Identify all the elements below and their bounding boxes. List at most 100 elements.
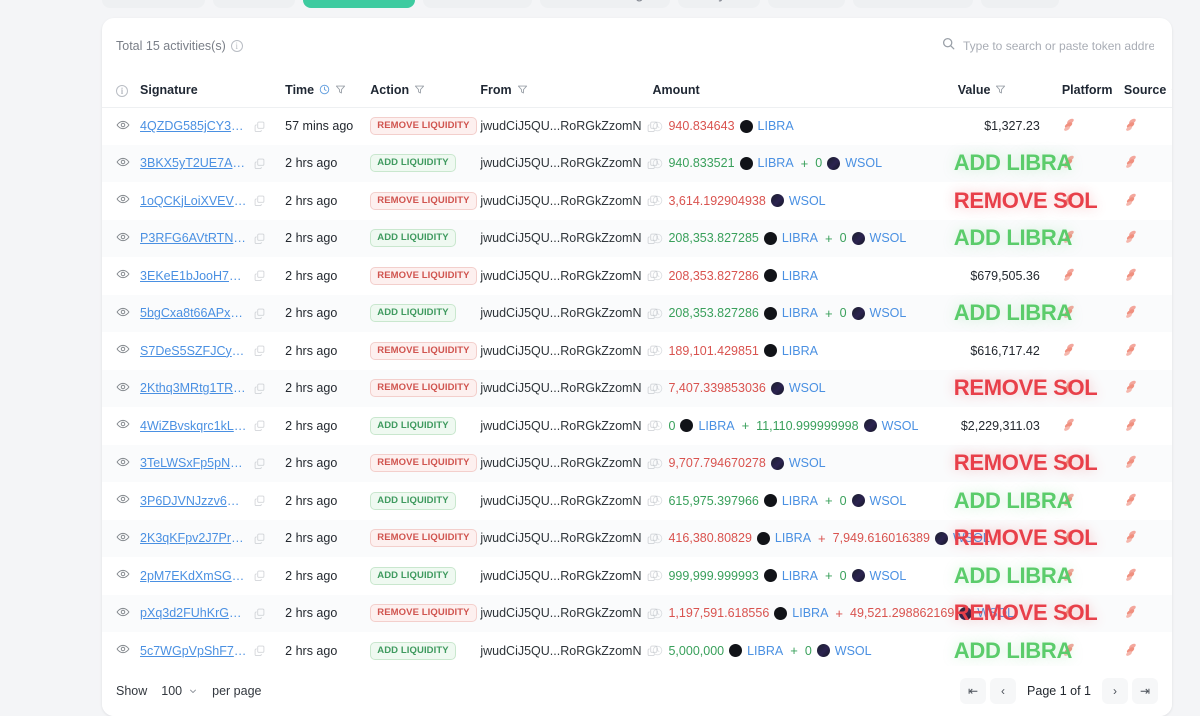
search-box[interactable] [938,32,1158,60]
signature-link[interactable]: 3TeLWSxFp5pNQNc... [140,456,248,470]
cell-source[interactable] [1110,370,1172,408]
from-address[interactable]: jwudCiJ5QU...RoRGkZzomN [480,381,641,395]
platform-logo-icon[interactable] [1062,417,1077,432]
from-address[interactable]: jwudCiJ5QU...RoRGkZzomN [480,569,641,583]
token-symbol[interactable]: LIBRA [782,494,818,508]
table-row[interactable]: 5bgCxa8t66APxNCH... 2 hrs ago ADD LIQUIDIT… [102,294,1172,333]
cell-eye[interactable] [102,445,140,483]
page-size-select[interactable]: 100 [157,682,202,700]
from-address[interactable]: jwudCiJ5QU...RoRGkZzomN [480,269,641,283]
eye-icon[interactable] [116,230,130,244]
eye-icon[interactable] [116,267,130,281]
cell-source[interactable] [1110,557,1172,595]
platform-logo-icon[interactable] [1124,567,1139,582]
token-symbol[interactable]: LIBRA [782,269,818,283]
eye-icon[interactable] [116,305,130,319]
platform-logo-icon[interactable] [1124,379,1139,394]
cell-eye[interactable] [102,407,140,445]
from-address[interactable]: jwudCiJ5QU...RoRGkZzomN [480,344,641,358]
action-badge[interactable]: ADD LIQUIDITY [370,491,456,510]
tab-analytics[interactable]: Analytics [678,0,760,8]
platform-logo-icon[interactable] [1124,529,1139,544]
cell-source[interactable] [1110,520,1172,558]
token-symbol[interactable]: LIBRA [792,606,828,620]
cell-source[interactable] [1110,295,1172,333]
eye-icon[interactable] [116,455,130,469]
from-address[interactable]: jwudCiJ5QU...RoRGkZzomN [480,231,641,245]
filter-icon[interactable] [335,84,346,95]
info-icon[interactable]: i [230,39,243,52]
from-address[interactable]: jwudCiJ5QU...RoRGkZzomN [480,194,641,208]
token-symbol[interactable]: WSOL [870,494,907,508]
action-badge[interactable]: ADD LIQUIDITY [370,641,456,660]
next-page-button[interactable]: › [1102,678,1128,704]
cell-eye[interactable] [102,370,140,408]
eye-icon[interactable] [116,380,130,394]
table-row[interactable]: 2K3qKFpv2J7PruRQ... 2 hrs ago REMOVE LIQUI… [102,519,1172,558]
filter-icon[interactable] [517,84,528,95]
cell-eye[interactable] [102,595,140,633]
token-symbol[interactable]: WSOL [882,419,919,433]
eye-icon[interactable] [116,118,130,132]
token-symbol[interactable]: LIBRA [782,344,818,358]
copy-icon[interactable] [254,121,265,132]
token-symbol[interactable]: WSOL [870,231,907,245]
cell-source[interactable] [1110,595,1172,633]
cell-platform[interactable] [1040,107,1110,145]
platform-logo-icon[interactable] [1062,342,1077,357]
eye-icon[interactable] [116,530,130,544]
platform-logo-icon[interactable] [1124,342,1139,357]
eye-icon[interactable] [116,417,130,431]
tab-transactions[interactable]: Transactions [102,0,206,8]
copy-icon[interactable] [254,420,265,432]
action-badge[interactable]: ADD LIQUIDITY [370,566,456,585]
tab-bar[interactable]: Transactions Transfers DeFi Activities NFT … [102,0,1060,10]
clock-icon[interactable] [319,84,330,95]
copy-icon[interactable] [254,495,265,507]
tab-defi-activities[interactable]: DeFi Activities [303,0,416,8]
copy-icon[interactable] [254,308,265,319]
table-row[interactable]: 3BKX5yT2UE7AQY9q... 2 hrs ago ADD LIQUIDIT… [102,144,1172,182]
platform-logo-icon[interactable] [1124,417,1139,432]
platform-logo-icon[interactable] [1124,192,1139,207]
platform-logo-icon[interactable] [1124,229,1139,244]
token-symbol[interactable]: WSOL [789,456,826,470]
action-badge[interactable]: ADD LIQUIDITY [370,416,456,435]
token-symbol[interactable]: WSOL [789,194,826,208]
from-address[interactable]: jwudCiJ5QU...RoRGkZzomN [480,644,641,658]
table-row[interactable]: 2pM7EKdXmSGVhJ8... 2 hrs ago ADD LIQUIDITY… [102,557,1172,595]
from-address[interactable]: jwudCiJ5QU...RoRGkZzomN [480,494,641,508]
eye-icon[interactable] [116,342,130,356]
signature-link[interactable]: 3P6DJVNJzzv6UDM... [140,494,248,508]
tab-nft-activities[interactable]: NFT Activities [423,0,532,8]
cell-source[interactable] [1110,632,1172,670]
cell-eye[interactable] [102,295,140,333]
action-badge[interactable]: REMOVE LIQUIDITY [370,116,477,136]
platform-logo-icon[interactable] [1124,604,1139,619]
copy-icon[interactable] [254,570,265,582]
action-badge[interactable]: ADD LIQUIDITY [370,154,456,173]
table-row[interactable]: 2Kthq3MRtg1TRjc2q... 2 hrs ago REMOVE LIQU… [102,369,1172,408]
copy-icon[interactable] [254,645,265,657]
from-address[interactable]: jwudCiJ5QU...RoRGkZzomN [480,456,641,470]
token-symbol[interactable]: WSOL [845,156,882,170]
cell-source[interactable] [1110,482,1172,520]
signature-link[interactable]: 2Kthq3MRtg1TRjc2q... [140,381,248,395]
from-address[interactable]: jwudCiJ5QU...RoRGkZzomN [480,419,641,433]
signature-link[interactable]: S7DeS5SZFJCyCHCn... [140,344,248,358]
signature-link[interactable]: 5bgCxa8t66APxNCH... [140,306,248,320]
cell-source[interactable] [1110,107,1172,145]
tab-portfolio[interactable]: Portfolio [767,0,846,8]
prev-page-button[interactable]: ‹ [990,678,1017,704]
platform-logo-icon[interactable] [1124,154,1139,169]
first-page-button[interactable]: ⇤ [960,678,987,704]
token-symbol[interactable]: LIBRA [747,644,783,658]
cell-source[interactable] [1110,220,1172,258]
help-icon[interactable]: i [116,84,128,97]
copy-icon[interactable] [254,195,265,207]
action-badge[interactable]: REMOVE LIQUIDITY [370,341,477,360]
cell-eye[interactable] [102,107,140,145]
eye-icon[interactable] [116,492,130,506]
cell-platform[interactable] [1040,332,1110,370]
cell-eye[interactable] [102,220,140,258]
